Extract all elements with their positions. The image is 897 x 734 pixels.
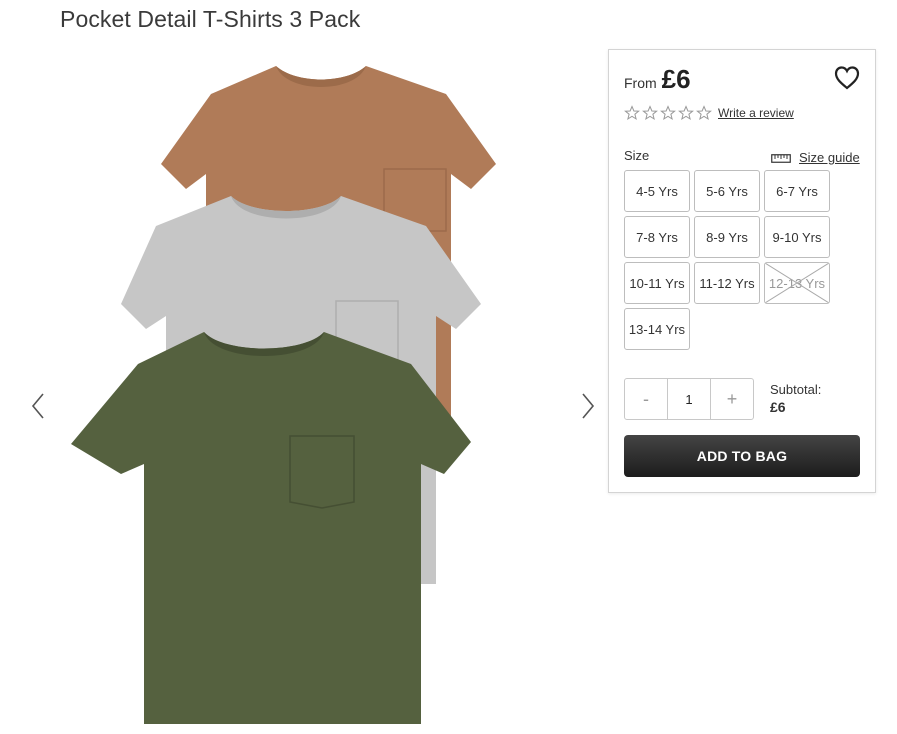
write-review-link[interactable]: Write a review [718, 106, 794, 120]
heart-icon [834, 66, 860, 90]
chevron-left-icon [31, 393, 44, 419]
size-option[interactable]: 10-11 Yrs [624, 262, 690, 304]
decrement-button[interactable]: - [625, 379, 667, 419]
quantity-stepper: - 1 + [624, 378, 754, 420]
price-value: £6 [661, 64, 691, 94]
chevron-right-icon [582, 393, 595, 419]
increment-button[interactable]: + [711, 379, 753, 419]
size-option[interactable]: 11-12 Yrs [694, 262, 760, 304]
size-guide-label: Size guide [799, 150, 860, 165]
size-option[interactable]: 9-10 Yrs [764, 216, 830, 258]
rating: Write a review [624, 105, 794, 121]
size-option[interactable]: 4-5 Yrs [624, 170, 690, 212]
purchase-panel: From £6 Write a review Size Size guide 4… [608, 49, 876, 493]
star-icon [642, 105, 658, 120]
star-icon [624, 105, 640, 120]
star-icon [660, 105, 676, 120]
previous-image-button[interactable] [24, 388, 52, 424]
ruler-icon [771, 153, 791, 163]
add-to-bag-button[interactable]: ADD TO BAG [624, 435, 860, 477]
quantity-input[interactable]: 1 [667, 379, 711, 419]
star-rating [624, 105, 712, 121]
size-option[interactable]: 7-8 Yrs [624, 216, 690, 258]
size-option[interactable]: 5-6 Yrs [694, 170, 760, 212]
size-label: Size [624, 148, 650, 163]
next-image-button[interactable] [574, 388, 602, 424]
subtotal: Subtotal: £6 [770, 382, 821, 415]
price-from-label: From [624, 75, 657, 91]
unavailable-cross-icon [765, 263, 829, 303]
star-icon [678, 105, 694, 120]
khaki-tshirt [71, 332, 471, 724]
star-icon [696, 105, 712, 120]
product-title: Pocket Detail T-Shirts 3 Pack [60, 6, 361, 32]
size-option[interactable]: 8-9 Yrs [694, 216, 760, 258]
product-gallery [20, 48, 605, 734]
subtotal-label: Subtotal: [770, 382, 822, 397]
wishlist-button[interactable] [833, 64, 861, 92]
price: From £6 [624, 64, 691, 95]
tshirt-pack-image [71, 66, 496, 724]
size-guide-link[interactable]: Size guide [771, 150, 860, 165]
size-option[interactable]: 13-14 Yrs [624, 308, 690, 350]
subtotal-value: £6 [770, 399, 786, 415]
size-option[interactable]: 6-7 Yrs [764, 170, 830, 212]
size-option-unavailable: 12-13 Yrs [764, 262, 830, 304]
